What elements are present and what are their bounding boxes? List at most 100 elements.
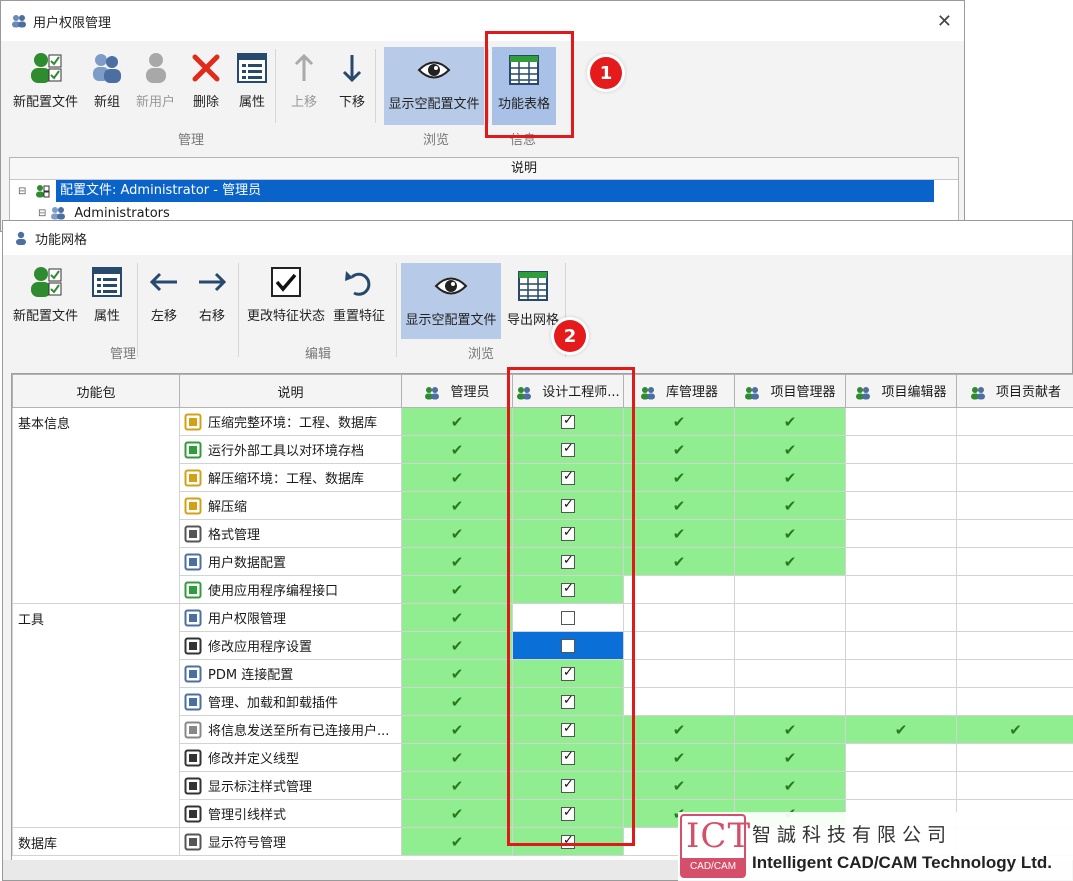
permission-cell[interactable]	[956, 771, 1073, 800]
permission-cell[interactable]	[956, 687, 1073, 716]
permission-cell[interactable]	[845, 687, 957, 716]
permission-cell[interactable]	[623, 575, 735, 604]
permission-cell[interactable]: ✔	[623, 547, 735, 576]
permission-cell[interactable]	[845, 743, 957, 772]
permission-cell[interactable]: ✔	[401, 715, 513, 744]
new-user-button[interactable]: 新用户	[132, 45, 179, 112]
description-cell[interactable]: 运行外部工具以对环境存档	[179, 435, 402, 464]
permission-cell[interactable]	[956, 659, 1073, 688]
permission-cell[interactable]	[956, 463, 1073, 492]
permission-cell[interactable]	[845, 575, 957, 604]
tree-row-profile[interactable]: ⊟ 配置文件: Administrator - 管理员	[10, 180, 934, 202]
description-cell[interactable]: 管理引线样式	[179, 799, 402, 828]
permission-cell[interactable]: ✔	[623, 519, 735, 548]
permission-cell[interactable]	[845, 659, 957, 688]
permission-cell[interactable]	[956, 547, 1073, 576]
permission-cell[interactable]	[845, 519, 957, 548]
properties-button[interactable]: 属性	[231, 45, 273, 112]
permission-cell[interactable]	[956, 575, 1073, 604]
permission-cell[interactable]: ✔	[734, 547, 846, 576]
permission-cell[interactable]: ✔	[734, 463, 846, 492]
permission-cell[interactable]: ✔	[623, 771, 735, 800]
collapse-icon[interactable]: ⊟	[38, 208, 46, 219]
permission-cell[interactable]: ✔	[401, 435, 513, 464]
permission-cell[interactable]	[956, 743, 1073, 772]
close-icon[interactable]: ✕	[937, 11, 952, 32]
permission-cell[interactable]	[956, 603, 1073, 632]
permission-cell[interactable]: ✔	[623, 407, 735, 436]
description-cell[interactable]: 用户数据配置	[179, 547, 402, 576]
permission-cell[interactable]	[845, 491, 957, 520]
export-grid-button[interactable]: 导出网格	[503, 263, 563, 330]
description-cell[interactable]: 显示标注样式管理	[179, 771, 402, 800]
permission-cell[interactable]: ✔	[401, 631, 513, 660]
column-header-0[interactable]: 功能包	[12, 374, 180, 408]
properties-button[interactable]: 属性	[86, 259, 128, 326]
permission-cell[interactable]	[734, 659, 846, 688]
permission-cell[interactable]	[956, 435, 1073, 464]
permission-cell[interactable]: ✔	[734, 407, 846, 436]
description-cell[interactable]: PDM 连接配置	[179, 659, 402, 688]
permission-cell[interactable]: ✔	[401, 547, 513, 576]
permission-cell[interactable]	[845, 603, 957, 632]
permission-cell[interactable]	[845, 771, 957, 800]
permission-cell[interactable]	[956, 631, 1073, 660]
permission-cell[interactable]: ✔	[401, 407, 513, 436]
permission-cell[interactable]: ✔	[401, 463, 513, 492]
permission-cell[interactable]: ✔	[734, 715, 846, 744]
column-header-5[interactable]: 项目管理器	[734, 374, 846, 408]
description-cell[interactable]: 修改并定义线型	[179, 743, 402, 772]
show-empty-profiles-button[interactable]: 显示空配置文件	[384, 47, 484, 125]
new-group-button[interactable]: 新组	[86, 45, 128, 112]
permission-cell[interactable]	[623, 659, 735, 688]
permission-cell[interactable]: ✔	[734, 519, 846, 548]
move-right-button[interactable]: 右移	[191, 259, 233, 326]
permission-cell[interactable]	[845, 463, 957, 492]
column-header-2[interactable]: 管理员	[401, 374, 513, 408]
permission-cell[interactable]: ✔	[401, 519, 513, 548]
permission-cell[interactable]	[734, 603, 846, 632]
change-feature-state-button[interactable]: 更改特征状态	[243, 259, 329, 326]
description-cell[interactable]: 修改应用程序设置	[179, 631, 402, 660]
permission-cell[interactable]: ✔	[401, 659, 513, 688]
permission-cell[interactable]	[845, 547, 957, 576]
column-header-7[interactable]: 项目贡献者	[956, 374, 1073, 408]
description-cell[interactable]: 压缩完整环境：工程、数据库	[179, 407, 402, 436]
column-header-1[interactable]: 说明	[179, 374, 402, 408]
move-up-button[interactable]: 上移	[283, 45, 325, 112]
permission-cell[interactable]	[845, 435, 957, 464]
description-cell[interactable]: 格式管理	[179, 519, 402, 548]
permission-cell[interactable]	[956, 519, 1073, 548]
permission-cell[interactable]: ✔	[845, 715, 957, 744]
description-cell[interactable]: 管理、加载和卸载插件	[179, 687, 402, 716]
permission-cell[interactable]: ✔	[956, 715, 1073, 744]
permission-cell[interactable]	[623, 631, 735, 660]
new-profile-button[interactable]: 新配置文件	[9, 259, 82, 326]
permission-cell[interactable]: ✔	[401, 603, 513, 632]
permission-cell[interactable]: ✔	[734, 491, 846, 520]
permission-cell[interactable]: ✔	[401, 491, 513, 520]
permission-cell[interactable]: ✔	[401, 743, 513, 772]
permission-cell[interactable]: ✔	[401, 687, 513, 716]
permission-cell[interactable]: ✔	[401, 799, 513, 828]
permission-cell[interactable]: ✔	[623, 435, 735, 464]
delete-button[interactable]: 删除	[185, 45, 227, 112]
permission-cell[interactable]: ✔	[734, 771, 846, 800]
collapse-icon[interactable]: ⊟	[18, 185, 28, 197]
show-empty-profiles-button[interactable]: 显示空配置文件	[401, 263, 501, 339]
permission-cell[interactable]	[734, 687, 846, 716]
permission-cell[interactable]: ✔	[623, 743, 735, 772]
permission-cell[interactable]	[956, 491, 1073, 520]
permission-cell[interactable]	[623, 687, 735, 716]
description-cell[interactable]: 用户权限管理	[179, 603, 402, 632]
category-cell[interactable]: 工具	[12, 603, 180, 828]
permission-cell[interactable]: ✔	[401, 575, 513, 604]
permission-cell[interactable]: ✔	[734, 435, 846, 464]
description-cell[interactable]: 解压缩环境：工程、数据库	[179, 463, 402, 492]
permission-cell[interactable]: ✔	[623, 715, 735, 744]
category-cell[interactable]: 基本信息	[12, 407, 180, 604]
new-profile-button[interactable]: 新配置文件	[9, 45, 82, 112]
permission-cell[interactable]: ✔	[623, 491, 735, 520]
permission-cell[interactable]: ✔	[401, 827, 513, 856]
permission-cell[interactable]	[845, 631, 957, 660]
